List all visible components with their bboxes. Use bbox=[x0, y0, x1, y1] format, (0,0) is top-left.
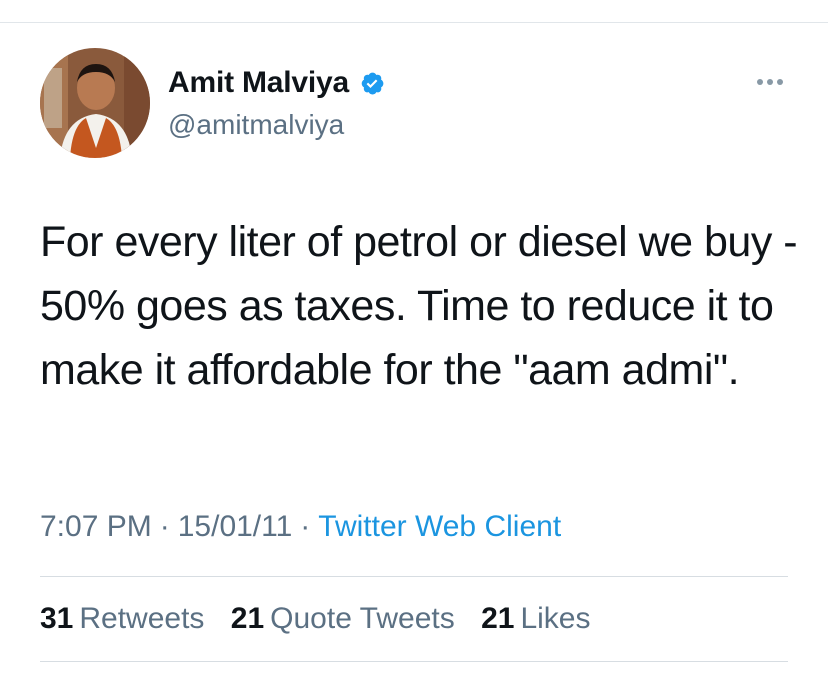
likes-stat[interactable]: 21 Likes bbox=[481, 602, 590, 635]
likes-count: 21 bbox=[481, 602, 515, 635]
tweet-detail: Amit Malviya @amitmalviya For every lite… bbox=[0, 0, 828, 681]
meta-separator: · bbox=[159, 510, 170, 543]
retweets-stat[interactable]: 31 Retweets bbox=[40, 602, 204, 635]
tweet-text: For every liter of petrol or diesel we b… bbox=[40, 218, 798, 394]
author-name[interactable]: Amit Malviya bbox=[168, 66, 385, 100]
author-handle[interactable]: @amitmalviya bbox=[168, 109, 344, 141]
top-divider bbox=[0, 22, 828, 23]
likes-label: Likes bbox=[520, 602, 591, 635]
quote-tweets-label: Quote Tweets bbox=[270, 602, 455, 635]
tweet-time[interactable]: 7:07 PM bbox=[40, 510, 152, 543]
author-name-text[interactable]: Amit Malviya bbox=[168, 66, 349, 100]
tweet-metadata: 7:07 PM · 15/01/11 · Twitter Web Client bbox=[40, 510, 561, 544]
tweet-stats: 31 Retweets 21 Quote Tweets 21 Likes bbox=[40, 602, 608, 636]
retweets-label: Retweets bbox=[79, 602, 205, 635]
verified-badge-icon bbox=[359, 70, 385, 96]
avatar-image bbox=[40, 48, 150, 158]
tweet-client-link[interactable]: Twitter Web Client bbox=[318, 510, 561, 543]
avatar[interactable] bbox=[40, 48, 150, 158]
meta-separator: · bbox=[300, 510, 311, 543]
tweet-date[interactable]: 15/01/11 bbox=[178, 510, 293, 543]
quote-tweets-count: 21 bbox=[230, 602, 265, 635]
quote-tweets-stat[interactable]: 21 Quote Tweets bbox=[231, 602, 455, 635]
retweets-count: 31 bbox=[40, 602, 74, 635]
stats-top-divider bbox=[40, 576, 788, 577]
stats-bottom-divider bbox=[40, 661, 788, 662]
more-options-icon[interactable] bbox=[750, 70, 790, 94]
